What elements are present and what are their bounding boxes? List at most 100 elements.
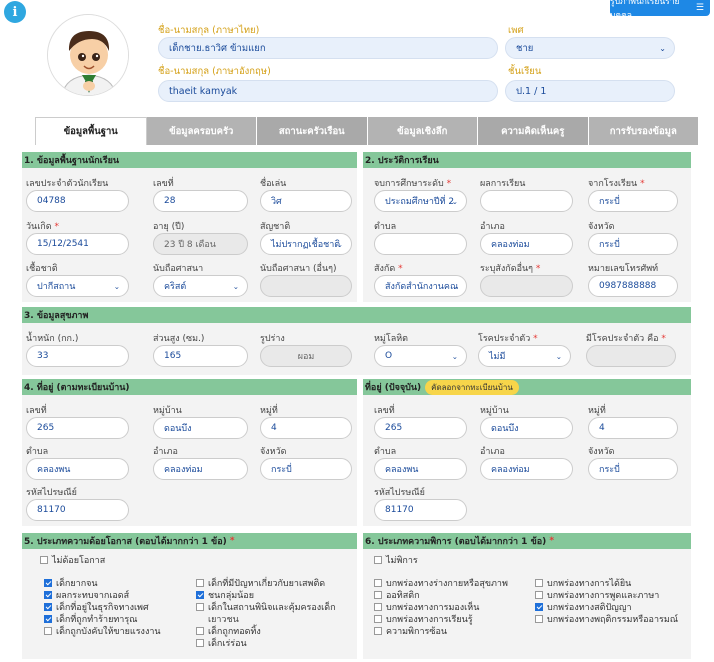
name-en-field[interactable]: thaeit kamyak bbox=[158, 80, 498, 102]
result-field[interactable] bbox=[480, 190, 573, 212]
moo-field[interactable]: 4 bbox=[588, 417, 678, 439]
house-no-field[interactable]: 265 bbox=[374, 417, 467, 439]
house-no-value: 265 bbox=[37, 423, 55, 433]
checkbox-behavioral[interactable]: บกพร่องทางพฤติกรรมหรืออารมณ์ bbox=[535, 612, 678, 626]
checkbox-forced-labor[interactable]: เด็กถูกบังคับให้ขายแรงงาน bbox=[44, 624, 161, 638]
checkbox-icon bbox=[40, 556, 48, 564]
class-label: ชั้นเรียน bbox=[508, 66, 542, 77]
tab-household-status[interactable]: สถานะครัวเรือน bbox=[257, 117, 368, 145]
student-id-value: 04788 bbox=[37, 196, 66, 206]
weight-field[interactable]: 33 bbox=[26, 345, 129, 367]
checkbox-icon bbox=[374, 615, 382, 623]
affiliation-value: สังกัดสำนักงานคณ bbox=[385, 282, 459, 292]
tab-family-info[interactable]: ข้อมูลครอบครัว bbox=[146, 117, 257, 145]
copy-from-registered-button[interactable]: คัดลอกจากทะเบียนบ้าน bbox=[425, 379, 519, 395]
amphoe-label: อำเภอ bbox=[153, 447, 178, 457]
nationality-select[interactable]: ไม่ปรากฏเชื้อชาติ ⌄ bbox=[260, 233, 352, 255]
current-address-title: ที่อยู่ (ปัจจุบัน) bbox=[365, 383, 422, 393]
tambon-field[interactable]: คลองพน bbox=[374, 458, 467, 480]
province-value: กระบี่ bbox=[599, 465, 620, 475]
blood-select[interactable]: O ⌄ bbox=[374, 345, 467, 367]
postcode-field[interactable]: 81170 bbox=[374, 499, 467, 521]
checkbox-not-disadvantaged[interactable]: ไม่ด้อยโอกาส bbox=[40, 553, 105, 567]
village-field[interactable]: ดอนบึง bbox=[153, 417, 248, 439]
province-label: จังหวัด bbox=[588, 222, 615, 232]
affiliation-other-field[interactable] bbox=[480, 275, 573, 297]
amphoe-label: อำเภอ bbox=[480, 447, 505, 457]
checkbox-icon bbox=[196, 579, 204, 587]
province-field[interactable]: กระบี่ bbox=[588, 233, 678, 255]
province-label: จังหวัด bbox=[588, 447, 615, 457]
tab-basic-info[interactable]: ข้อมูลพื้นฐาน bbox=[35, 117, 147, 145]
disease-is-field[interactable] bbox=[586, 345, 676, 367]
postcode-field[interactable]: 81170 bbox=[26, 499, 129, 521]
student-id-field[interactable]: 04788 bbox=[26, 190, 129, 212]
phone-field[interactable]: 0987888888 bbox=[588, 275, 678, 297]
province-field[interactable]: กระบี่ bbox=[588, 458, 678, 480]
from-school-label: จากโรงเรียน * bbox=[588, 179, 645, 189]
tab-data-certification[interactable]: การรับรองข้อมูล bbox=[588, 117, 699, 145]
nationality-label: สัญชาติ bbox=[260, 222, 291, 232]
province-field[interactable]: กระบี่ bbox=[260, 458, 352, 480]
section-health-info: 3. ข้อมูลสุขภาพ น้ำหนัก (กก.) 33 ส่วนสูง… bbox=[22, 307, 691, 375]
age-label: อายุ (ปี) bbox=[153, 222, 185, 232]
race-select[interactable]: ปากีสถาน ⌄ bbox=[26, 275, 129, 297]
number-label: เลขที่ bbox=[153, 179, 174, 189]
district-label: อำเภอ bbox=[480, 222, 505, 232]
amphoe-field[interactable]: คลองท่อม bbox=[153, 458, 248, 480]
birthdate-field[interactable]: 15/12/2541 bbox=[26, 233, 129, 255]
student-photo-button[interactable]: รูปภาพนักเรียนรายบุคคล ☰ bbox=[610, 0, 710, 21]
disease-select[interactable]: ไม่มี ⌄ bbox=[478, 345, 571, 367]
section-student-basic: 1. ข้อมูลพื้นฐานนักเรียน เลขประจำตัวนักเ… bbox=[22, 152, 357, 302]
affiliation-label: สังกัด * bbox=[374, 264, 403, 274]
subdistrict-field[interactable] bbox=[374, 233, 467, 255]
tab-bar: ข้อมูลพื้นฐาน ข้อมูลครอบครัว สถานะครัวเร… bbox=[35, 117, 699, 145]
number-field[interactable]: 28 bbox=[153, 190, 248, 212]
tab-teacher-opinion[interactable]: ความคิดเห็นครู bbox=[478, 117, 589, 145]
tambon-field[interactable]: คลองพน bbox=[26, 458, 129, 480]
checkbox-icon bbox=[44, 615, 52, 623]
postcode-value: 81170 bbox=[385, 505, 414, 515]
amphoe-field[interactable]: คลองท่อม bbox=[480, 458, 573, 480]
checkbox-homeless[interactable]: เด็กเร่ร่อน bbox=[196, 636, 247, 650]
name-th-field[interactable]: เด็กชาย.ธาวิศ ข้ามแยก bbox=[158, 37, 498, 59]
from-school-field[interactable]: กระบี่ bbox=[588, 190, 678, 212]
info-icon[interactable]: i bbox=[4, 1, 26, 23]
checkbox-icon bbox=[535, 591, 543, 599]
height-field[interactable]: 165 bbox=[153, 345, 248, 367]
menu-icon: ☰ bbox=[695, 3, 704, 13]
affiliation-select[interactable]: สังกัดสำนักงานคณ ⌄ bbox=[374, 275, 467, 297]
section-title: 1. ข้อมูลพื้นฐานนักเรียน bbox=[22, 152, 357, 168]
house-no-field[interactable]: 265 bbox=[26, 417, 129, 439]
chevron-down-icon: ⌄ bbox=[555, 351, 562, 361]
province-value: กระบี่ bbox=[271, 465, 292, 475]
amphoe-value: คลองท่อม bbox=[164, 465, 203, 475]
tab-in-depth-info[interactable]: ข้อมูลเชิงลึก bbox=[367, 117, 478, 145]
religion-select[interactable]: คริสต์ ⌄ bbox=[153, 275, 248, 297]
blood-label: หมู่โลหิต bbox=[374, 334, 408, 344]
edu-level-select[interactable]: ประถมศึกษาปีที่ 2 ⌄ bbox=[374, 190, 467, 212]
chevron-down-icon: ⌄ bbox=[659, 43, 666, 53]
section-registered-address: 4. ที่อยู่ (ตามทะเบียนบ้าน) เลขที่ 265 ห… bbox=[22, 379, 357, 526]
gender-value: ชาย bbox=[516, 42, 534, 54]
chevron-down-icon: ⌄ bbox=[451, 196, 458, 206]
gender-select[interactable]: ชาย ⌄ bbox=[505, 37, 675, 59]
nickname-field[interactable]: วิศ bbox=[260, 190, 352, 212]
checkbox-icon bbox=[44, 591, 52, 599]
checkbox-not-disabled[interactable]: ไม่พิการ bbox=[374, 553, 418, 567]
tambon-value: คลองพน bbox=[385, 465, 419, 475]
nickname-label: ชื่อเล่น bbox=[260, 179, 287, 189]
religion-other-field[interactable] bbox=[260, 275, 352, 297]
section-disadvantage: 5. ประเภทความด้อยโอกาส (ตอบได้มากกว่า 1 … bbox=[22, 533, 357, 659]
district-field[interactable]: คลองท่อม bbox=[480, 233, 573, 255]
moo-label: หมู่ที่ bbox=[260, 406, 278, 416]
chevron-down-icon: ⌄ bbox=[451, 351, 458, 361]
class-field[interactable]: ป.1 / 1 bbox=[505, 80, 675, 102]
phone-value: 0987888888 bbox=[599, 281, 657, 291]
moo-field[interactable]: 4 bbox=[260, 417, 352, 439]
checkbox-multiple[interactable]: ความพิการซ้อน bbox=[374, 624, 447, 638]
village-field[interactable]: ดอนบึง bbox=[480, 417, 573, 439]
amphoe-value: คลองท่อม bbox=[491, 465, 530, 475]
checkbox-icon bbox=[535, 615, 543, 623]
affiliation-other-label: ระบุสังกัดอื่นๆ * bbox=[480, 264, 541, 274]
